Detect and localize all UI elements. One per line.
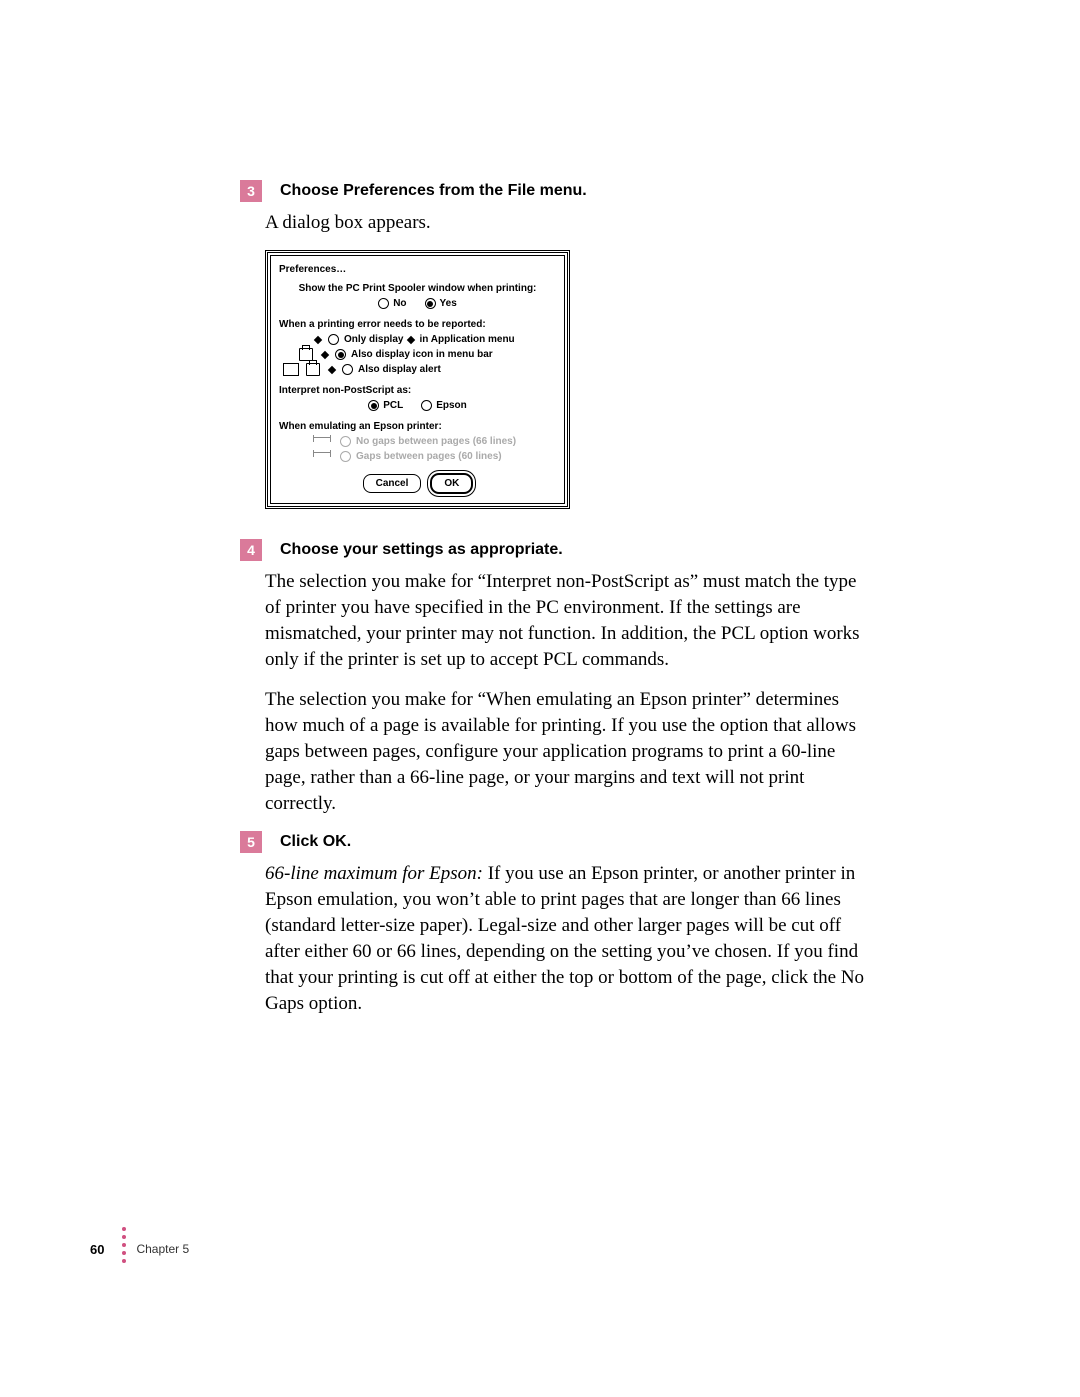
printer-icon: [306, 363, 320, 376]
dialog-appears-text: A dialog box appears.: [265, 210, 875, 236]
step-5-title: Click OK.: [280, 831, 351, 853]
radio-pcl[interactable]: PCL: [368, 398, 403, 413]
step-5-body: 66-line maximum for Epson: If you use an…: [265, 861, 875, 1017]
step-3: 3 Choose Preferences from the File menu.: [240, 180, 970, 202]
radio-icon: [421, 400, 432, 411]
step-number-badge: 4: [240, 539, 262, 561]
preferences-dialog: Preferences… Show the PC Print Spooler w…: [265, 250, 570, 509]
radio-icon: [368, 400, 379, 411]
opt-gaps: Gaps between pages (60 lines): [313, 449, 556, 464]
ok-button[interactable]: OK: [431, 474, 472, 493]
radio-icon: [340, 451, 351, 462]
step-3-body: A dialog box appears. Preferences… Show …: [265, 210, 875, 509]
q-interpret: Interpret non-PostScript as:: [279, 383, 556, 398]
radio-no[interactable]: No: [378, 296, 406, 311]
chapter-label: Chapter 5: [136, 1242, 189, 1256]
page-footer: 60 Chapter 5: [90, 1231, 189, 1267]
opt-also-icon[interactable]: Also display icon in menu bar: [299, 347, 556, 362]
step-4-title: Choose your settings as appropriate.: [280, 539, 563, 561]
opt-no-gaps: No gaps between pages (66 lines): [313, 434, 556, 449]
radio-yes[interactable]: Yes: [425, 296, 457, 311]
step-3-title: Choose Preferences from the File menu.: [280, 180, 587, 202]
radio-icon: [340, 436, 351, 447]
note-label: 66-line maximum for Epson:: [265, 863, 483, 884]
radio-epson[interactable]: Epson: [421, 398, 467, 413]
opt-also-alert[interactable]: Also display alert: [283, 362, 556, 377]
diamond-icon: [314, 335, 322, 343]
step-4-body: The selection you make for “Interpret no…: [265, 569, 875, 817]
manual-page: 3 Choose Preferences from the File menu.…: [0, 0, 1080, 1397]
footer-dots-icon: [122, 1227, 126, 1263]
q-error-report: When a printing error needs to be report…: [279, 317, 556, 332]
diamond-icon: [407, 335, 415, 343]
page-range-icon: [313, 452, 331, 462]
diamond-icon: [321, 350, 329, 358]
step-5-note: 66-line maximum for Epson: If you use an…: [265, 861, 875, 1017]
dialog-title: Preferences…: [279, 262, 556, 277]
radio-icon: [328, 334, 339, 345]
radio-icon: [342, 364, 353, 375]
window-icon: [283, 363, 299, 376]
q-show-window: Show the PC Print Spooler window when pr…: [279, 281, 556, 296]
page-range-icon: [313, 437, 331, 447]
radio-icon: [335, 349, 346, 360]
step-number-badge: 3: [240, 180, 262, 202]
step-4-p1: The selection you make for “Interpret no…: [265, 569, 875, 673]
step-4: 4 Choose your settings as appropriate.: [240, 539, 970, 561]
step-number-badge: 5: [240, 831, 262, 853]
cancel-button[interactable]: Cancel: [363, 474, 422, 493]
step-5: 5 Click OK.: [240, 831, 970, 853]
radio-icon: [425, 298, 436, 309]
radio-icon: [378, 298, 389, 309]
note-body: If you use an Epson printer, or another …: [265, 863, 864, 1014]
page-number: 60: [90, 1242, 104, 1257]
step-4-p2: The selection you make for “When emulati…: [265, 687, 875, 817]
diamond-icon: [328, 365, 336, 373]
q-emulating: When emulating an Epson printer:: [279, 419, 556, 434]
opt-only-display[interactable]: Only display in Application menu: [313, 332, 556, 347]
